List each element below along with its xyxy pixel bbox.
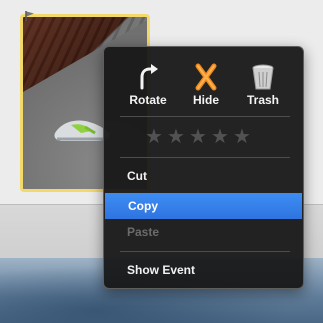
menu-item-show-event[interactable]: Show Event bbox=[104, 257, 303, 283]
rating-star-1[interactable]: ★ bbox=[144, 127, 164, 147]
hide-label: Hide bbox=[192, 93, 219, 107]
hide-x-icon bbox=[195, 63, 217, 91]
menu-separator bbox=[120, 157, 290, 158]
rating-star-5[interactable]: ★ bbox=[232, 127, 252, 147]
rotate-label: Rotate bbox=[129, 93, 167, 107]
rating-star-3[interactable]: ★ bbox=[188, 127, 208, 147]
photo-browser-window: Rotate Hide Trash ★ ★ ★ ★ ★ Cut Copy Pas… bbox=[0, 0, 323, 323]
menu-item-copy[interactable]: Copy bbox=[105, 193, 302, 219]
rating-star-2[interactable]: ★ bbox=[166, 127, 186, 147]
context-menu: Rotate Hide Trash ★ ★ ★ ★ ★ Cut Copy Pas… bbox=[103, 46, 304, 289]
menu-separator bbox=[120, 251, 290, 252]
menu-separator bbox=[120, 116, 290, 117]
trash-button[interactable]: Trash bbox=[235, 63, 291, 107]
flag-icon bbox=[25, 11, 34, 21]
rotate-button[interactable]: Rotate bbox=[120, 63, 176, 107]
star-rating[interactable]: ★ ★ ★ ★ ★ bbox=[144, 127, 252, 149]
trash-label: Trash bbox=[246, 93, 279, 107]
hide-button[interactable]: Hide bbox=[178, 63, 234, 107]
menu-item-paste: Paste bbox=[127, 225, 160, 239]
menu-item-cut[interactable]: Cut bbox=[104, 163, 303, 189]
trash-icon bbox=[252, 64, 274, 90]
rating-star-4[interactable]: ★ bbox=[210, 127, 230, 147]
rotate-icon bbox=[140, 64, 158, 90]
